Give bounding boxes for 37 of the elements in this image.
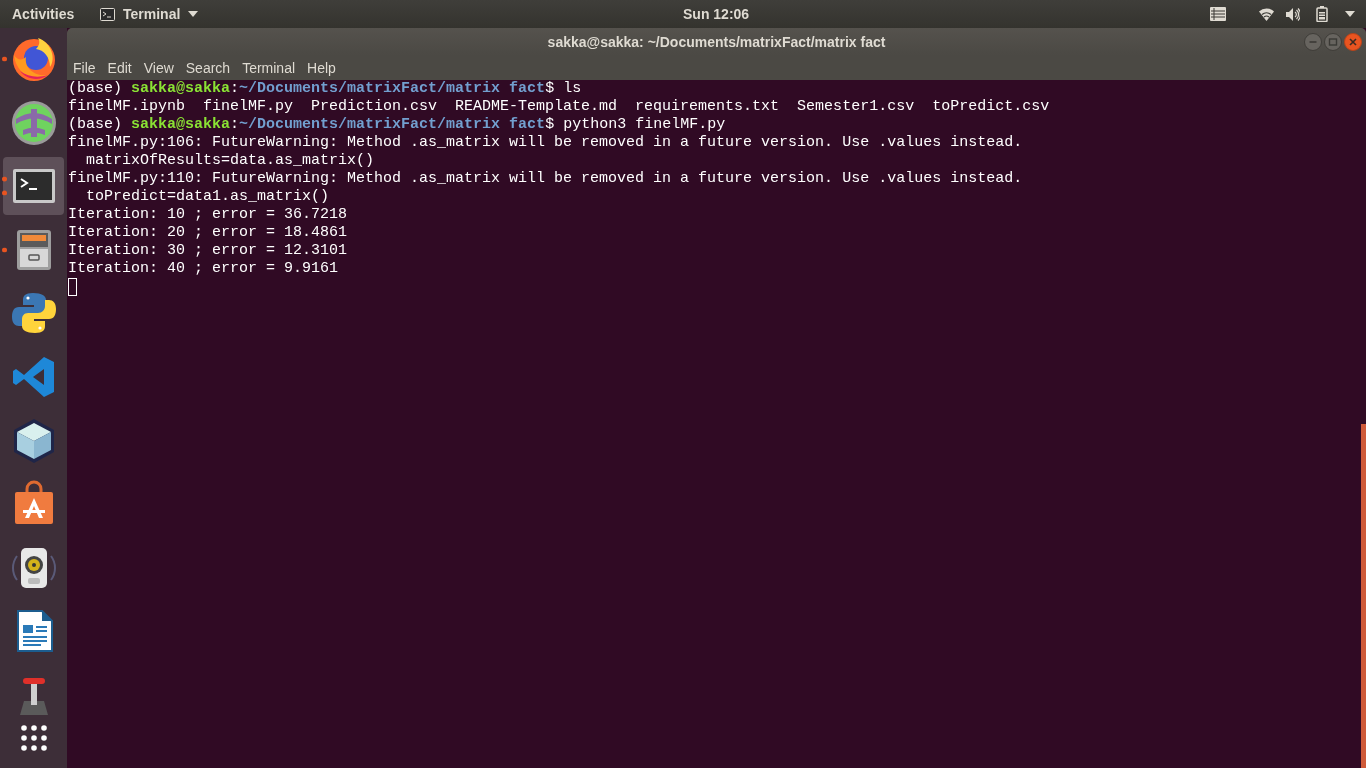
dock-button[interactable] xyxy=(3,157,64,216)
list-icon[interactable] xyxy=(1210,7,1226,21)
terminal-line: (base) sakka@sakka:~/Documents/matrixFact/matrix fact$ ls xyxy=(68,80,583,98)
minimize-icon xyxy=(1304,32,1322,51)
terminal-icon xyxy=(100,7,115,21)
menu-item[interactable]: View xyxy=(137,55,180,80)
close-button[interactable] xyxy=(1344,32,1362,51)
window-title: sakka@sakka: ~/Documents/matrixFact/matrix fact xyxy=(547,33,886,50)
close-icon xyxy=(1344,32,1362,51)
menu-item[interactable]: Edit xyxy=(101,55,138,80)
terminal-line: Iteration: 30 ; error = 12.3101 xyxy=(68,242,349,260)
clock[interactable]: Sun 12:06 xyxy=(683,6,750,22)
maximize-icon xyxy=(1324,32,1342,51)
terminal-line: finelMF.py:106: FutureWarning: Method .as_matrix will be removed in a future version. Use .values instead. xyxy=(68,134,1024,152)
wifi-icon[interactable] xyxy=(1259,7,1274,21)
caret-icon[interactable] xyxy=(1345,11,1355,17)
caret-icon xyxy=(188,11,199,17)
menu-item[interactable]: File xyxy=(67,55,102,80)
volume-icon[interactable] xyxy=(1286,7,1300,21)
terminal-line: Iteration: 10 ; error = 36.7218 xyxy=(68,206,349,224)
menu-item[interactable]: Terminal xyxy=(236,55,302,80)
menu-item[interactable]: Help xyxy=(301,55,342,80)
terminal-line: finelMF.ipynb finelMF.py Prediction.csv README-Template.md requirements.txt Semester1.csv toPredict.csv xyxy=(68,98,1051,116)
scrollbar[interactable] xyxy=(1361,424,1366,768)
app-menu[interactable]: Terminal xyxy=(100,0,199,28)
terminal-line: Iteration: 40 ; error = 9.9161 xyxy=(68,260,340,278)
terminal-line: toPredict=data1.as_matrix() xyxy=(85,188,331,206)
globe-icon xyxy=(9,98,58,147)
terminal-line: matrixOfResults=data.as_matrix() xyxy=(85,152,376,170)
battery-icon[interactable] xyxy=(1316,6,1328,22)
terminal-line: finelMF.py:110: FutureWarning: Method .as_matrix will be removed in a future version. Use .values instead. xyxy=(68,170,1024,188)
terminal-line: Iteration: 20 ; error = 18.4861 xyxy=(68,224,349,242)
activities-button[interactable]: Activities xyxy=(0,0,88,28)
terminal-pane[interactable] xyxy=(67,80,1366,768)
app-grid-icon xyxy=(20,724,47,751)
terminal-line: (base) sakka@sakka:~/Documents/matrixFact/matrix fact$ python3 finelMF.py xyxy=(68,116,727,134)
menu-item[interactable]: Search xyxy=(179,55,237,80)
